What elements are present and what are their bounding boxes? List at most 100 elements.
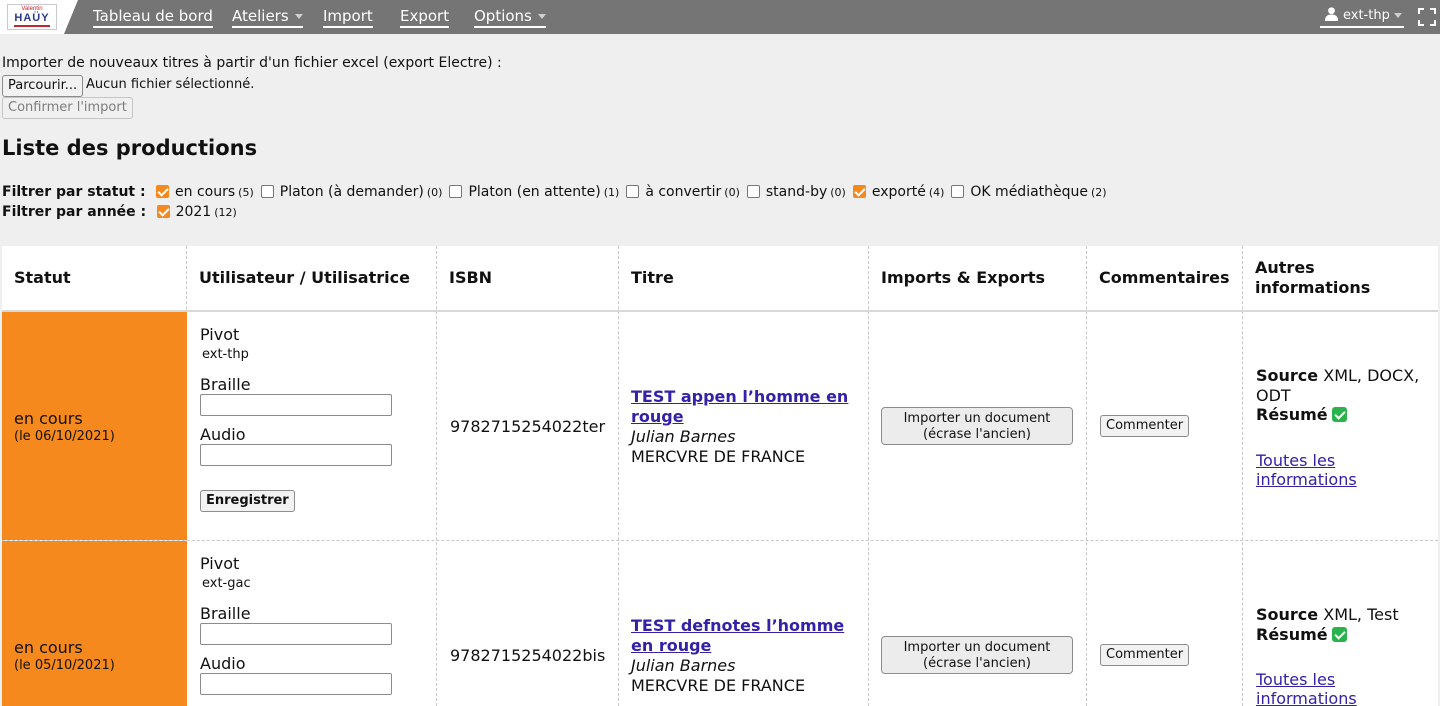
- publisher: MERCVRE DE FRANCE: [631, 447, 806, 466]
- title-link[interactable]: TEST defnotes l’homme en rouge: [631, 616, 856, 656]
- source-label: Source: [1256, 366, 1319, 385]
- import-document-button[interactable]: Importer un document (écrase l'ancien): [881, 636, 1073, 674]
- comment-button[interactable]: Commenter: [1100, 644, 1190, 666]
- nav-item-label: Options: [474, 7, 532, 25]
- year-filter-checkbox[interactable]: [156, 205, 170, 218]
- audio-user-input[interactable]: [200, 444, 392, 466]
- file-status-text: Aucun fichier sélectionné.: [86, 77, 255, 92]
- status-filter-count: (4): [928, 186, 945, 199]
- status-filter-row: Filtrer par statut : en cours (5) Platon (…: [2, 182, 1114, 202]
- year-filter-item[interactable]: 2021 (12): [156, 202, 237, 223]
- status-filter-item[interactable]: Platon (à demander) (0): [260, 182, 443, 203]
- header-autres-informations: Autres informations: [1255, 258, 1371, 297]
- import-button-line2: (écrase l'ancien): [923, 426, 1031, 442]
- more-info-link[interactable]: Toutes les informations: [1256, 451, 1376, 489]
- source-label: Source: [1256, 605, 1319, 624]
- status-filter-checkbox[interactable]: [260, 185, 274, 198]
- logo-area: Valentin HAÜY: [0, 0, 78, 34]
- status-filter-item[interactable]: à convertir (0): [626, 182, 740, 203]
- nav-item-label: Import: [323, 7, 373, 25]
- year-filter-label: Filtrer par année :: [2, 204, 147, 220]
- status-filter-item[interactable]: OK médiathèque (2): [951, 182, 1107, 203]
- braille-label: Braille: [200, 375, 251, 394]
- status-filter-checkbox[interactable]: [951, 185, 965, 198]
- fullscreen-icon[interactable]: [1418, 8, 1436, 26]
- status-date: (le 06/10/2021): [14, 429, 115, 444]
- status-filter-count: (0): [724, 186, 740, 199]
- source-value: XML, Test: [1323, 605, 1399, 624]
- pivot-user: ext-thp: [202, 347, 249, 362]
- import-instructions: Importer de nouveaux titres à partir d'u…: [2, 55, 502, 71]
- summary-label: Résumé: [1256, 625, 1328, 644]
- braille-user-input[interactable]: [200, 623, 392, 645]
- year-filter-label: 2021: [175, 204, 212, 220]
- nav-ateliers[interactable]: Ateliers: [232, 6, 303, 28]
- status-filter-checkbox[interactable]: [626, 185, 640, 198]
- audio-user-input[interactable]: [200, 673, 392, 695]
- author: Julian Barnes: [631, 427, 736, 446]
- save-button[interactable]: Enregistrer: [200, 490, 295, 512]
- status-filter-label: OK médiathèque: [970, 184, 1089, 200]
- import-document-button[interactable]: Importer un document (écrase l'ancien): [881, 407, 1073, 445]
- more-info-line1: Toutes les: [1256, 451, 1336, 470]
- logo[interactable]: Valentin HAÜY: [7, 4, 57, 30]
- status-filter-label: Platon (à demander): [279, 184, 424, 200]
- status-filter-count: (1): [603, 186, 620, 199]
- pivot-label: Pivot: [200, 554, 240, 573]
- status-filter-checkbox[interactable]: [156, 185, 170, 198]
- nav-export[interactable]: Export: [400, 6, 450, 28]
- nav-import[interactable]: Import: [323, 6, 373, 28]
- column-isbn: [437, 246, 619, 706]
- header-statut[interactable]: Statut: [2, 246, 187, 310]
- top-navigation-bar: Valentin HAÜY Tableau de bord Ateliers I…: [0, 0, 1440, 34]
- status-filter-label: exporté: [871, 184, 926, 200]
- nav-options[interactable]: Options: [474, 6, 546, 28]
- status-filter-checkbox[interactable]: [852, 185, 866, 198]
- source-info: Source XML, DOCX, ODT: [1256, 366, 1426, 406]
- status-filter-checkbox[interactable]: [449, 185, 463, 198]
- year-filter-count: (12): [214, 206, 237, 219]
- chevron-down-icon: [537, 14, 546, 19]
- header-titre[interactable]: Titre: [619, 246, 869, 310]
- user-menu[interactable]: ext-thp: [1320, 6, 1404, 28]
- status-filter-count: (0): [426, 186, 443, 199]
- braille-user-input[interactable]: [200, 394, 392, 416]
- import-button-line1: Importer un document: [903, 639, 1051, 655]
- nav-item-label: Tableau de bord: [93, 7, 213, 25]
- status-filter-count: (5): [238, 186, 254, 199]
- pivot-label: Pivot: [200, 325, 240, 344]
- import-button-line2: (écrase l'ancien): [923, 655, 1031, 671]
- braille-label: Braille: [200, 604, 251, 623]
- status-date: (le 05/10/2021): [14, 658, 115, 673]
- author: Julian Barnes: [631, 656, 736, 675]
- user-name: ext-thp: [1343, 8, 1390, 23]
- nav-tableau-de-bord[interactable]: Tableau de bord: [93, 6, 213, 28]
- status-filter-label: à convertir: [645, 184, 722, 200]
- status-filter-checkbox[interactable]: [746, 185, 760, 198]
- status-filter-item[interactable]: en cours (5): [156, 182, 254, 203]
- status-filter-item[interactable]: stand-by (0): [746, 182, 846, 203]
- status-cell: [2, 541, 187, 706]
- status-text: en cours: [14, 409, 83, 428]
- confirm-import-button[interactable]: Confirmer l'import: [2, 97, 133, 119]
- more-info-line2: informations: [1256, 689, 1357, 706]
- publisher: MERCVRE DE FRANCE: [631, 676, 806, 695]
- logo-underline: [14, 25, 50, 27]
- status-filter-count: (0): [830, 186, 846, 199]
- import-button-line1: Importer un document: [903, 410, 1051, 426]
- title-link[interactable]: TEST appen l’homme en rouge: [631, 387, 856, 427]
- comment-button[interactable]: Commenter: [1100, 415, 1190, 437]
- status-filter-item[interactable]: exporté (4): [852, 182, 945, 203]
- nav-item-label: Ateliers: [232, 7, 289, 25]
- header-utilisateur[interactable]: Utilisateur / Utilisatrice: [187, 246, 437, 310]
- check-icon: [1331, 627, 1347, 642]
- nav-item-label: Export: [400, 7, 450, 25]
- summary-info: Résumé: [1256, 625, 1426, 645]
- status-filter-item[interactable]: Platon (en attente) (1): [449, 182, 619, 203]
- audio-label: Audio: [200, 425, 246, 444]
- header-isbn[interactable]: ISBN: [437, 246, 619, 310]
- status-filter-label: stand-by: [765, 184, 828, 200]
- page-title: Liste des productions: [2, 136, 258, 160]
- status-filter-count: (2): [1091, 186, 1107, 199]
- browse-file-button[interactable]: Parcourir...: [2, 75, 84, 97]
